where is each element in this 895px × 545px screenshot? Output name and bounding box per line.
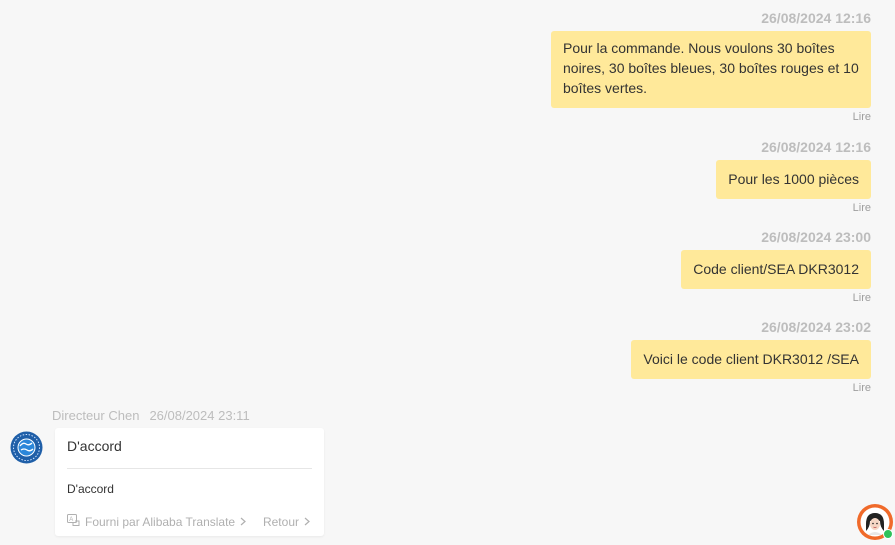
- globe-logo-icon[interactable]: [10, 431, 43, 464]
- message-bubble[interactable]: Pour la commande. Nous voulons 30 boîtes…: [551, 31, 871, 108]
- divider: [67, 468, 312, 469]
- message-bubble[interactable]: Code client/SEA DKR3012: [681, 250, 871, 289]
- read-status: Lire: [852, 111, 871, 123]
- outgoing-message: 26/08/2024 23:00 Code client/SEA DKR3012…: [681, 229, 871, 305]
- svg-text:A: A: [69, 517, 73, 523]
- translation-provider-link[interactable]: A Fourni par Alibaba Translate: [67, 514, 251, 529]
- provider-label: Fourni par Alibaba Translate: [85, 514, 236, 529]
- assistant-avatar-button[interactable]: [857, 504, 893, 540]
- incoming-message-text[interactable]: D'accord: [67, 438, 122, 454]
- read-status: Lire: [852, 382, 871, 394]
- incoming-message-card: D'accord D'accord A Fourni par Alibaba T…: [55, 428, 324, 536]
- back-button[interactable]: Retour: [263, 515, 310, 529]
- message-bubble[interactable]: Voici le code client DKR3012 /SEA: [631, 340, 871, 379]
- translation-footer: A Fourni par Alibaba Translate Retour: [67, 514, 310, 529]
- chevron-right-icon: [304, 515, 310, 529]
- read-status: Lire: [852, 292, 871, 304]
- sender-name: Directeur Chen: [52, 408, 140, 423]
- translate-icon: A: [67, 514, 85, 529]
- message-timestamp: 26/08/2024 23:00: [761, 229, 871, 245]
- outgoing-message: 26/08/2024 23:02 Voici le code client DK…: [631, 319, 871, 395]
- incoming-message-header: Directeur Chen 26/08/2024 23:11: [52, 408, 250, 424]
- incoming-timestamp: 26/08/2024 23:11: [149, 408, 250, 423]
- outgoing-message: 26/08/2024 12:16 Pour les 1000 pièces Li…: [716, 139, 871, 215]
- message-timestamp: 26/08/2024 23:02: [761, 319, 871, 335]
- translated-text: D'accord: [67, 482, 114, 496]
- online-status-dot: [883, 529, 893, 539]
- chevron-right-icon: [240, 515, 251, 529]
- outgoing-message: 26/08/2024 12:16 Pour la commande. Nous …: [551, 10, 871, 124]
- back-label: Retour: [262, 514, 299, 529]
- message-timestamp: 26/08/2024 12:16: [761, 139, 871, 155]
- message-timestamp: 26/08/2024 12:16: [761, 10, 871, 26]
- read-status: Lire: [852, 202, 871, 214]
- message-bubble[interactable]: Pour les 1000 pièces: [716, 160, 871, 199]
